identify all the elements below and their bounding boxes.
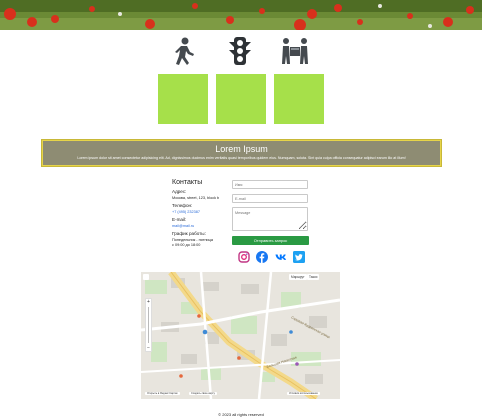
contacts-title: Контакты [172,179,203,186]
map-create-link[interactable]: Создать свою карту [189,392,217,395]
pedestrian-icon [168,36,198,68]
twitter-icon[interactable] [293,250,305,263]
banner-image [0,0,482,30]
map-fullscreen-icon[interactable] [143,274,149,280]
submit-button[interactable]: Отправить запрос [232,236,309,245]
contacts-block: Контакты Адрес: Москва, street, 123, blo… [172,179,230,247]
message-textarea[interactable] [232,207,308,231]
map-open-link[interactable]: Открыть в Яндекс Картах [145,392,180,395]
vk-icon[interactable] [275,250,287,262]
address-label: Адрес: [172,189,187,194]
hours-label: График работы: [172,231,206,236]
instagram-icon[interactable] [238,250,250,263]
map-taxi-button[interactable]: Такси [307,274,320,280]
name-input[interactable] [232,180,308,189]
hours-days: Понедельник - пятница [172,238,213,242]
traffic-light-icon [225,36,255,68]
info-title: Lorem Ipsum [215,144,268,154]
feature-tile [158,74,208,124]
feature-tile [274,74,324,124]
map-route-button[interactable]: Маршрут [289,274,307,280]
hours-time: с 09:00 до 18:00 [172,243,201,247]
info-banner: Lorem Ipsum Lorem ipsum dolor sit amet c… [42,140,441,166]
address-value: Москва, street, 123, block b [172,196,220,200]
map-terms-link[interactable]: Условия использования [287,392,320,395]
feature-tile [216,74,266,124]
info-text: Lorem ipsum dolor sit amet consectetur a… [77,156,406,160]
phone-link[interactable]: +7 (495) 232387 [172,210,230,214]
movers-icon [280,36,310,68]
email-input[interactable] [232,194,308,203]
map-zoom-control[interactable]: + − [145,298,152,352]
map-widget[interactable]: Садовая-Кудринская улица Большая Никитск… [141,272,340,399]
email-label: E-mail: [172,217,187,222]
facebook-icon[interactable] [256,250,268,263]
footer-copyright: © 2023 all rights reserved [218,412,264,417]
phone-label: Телефон: [172,203,193,208]
email-link[interactable]: mail@mail.ru [172,224,230,228]
